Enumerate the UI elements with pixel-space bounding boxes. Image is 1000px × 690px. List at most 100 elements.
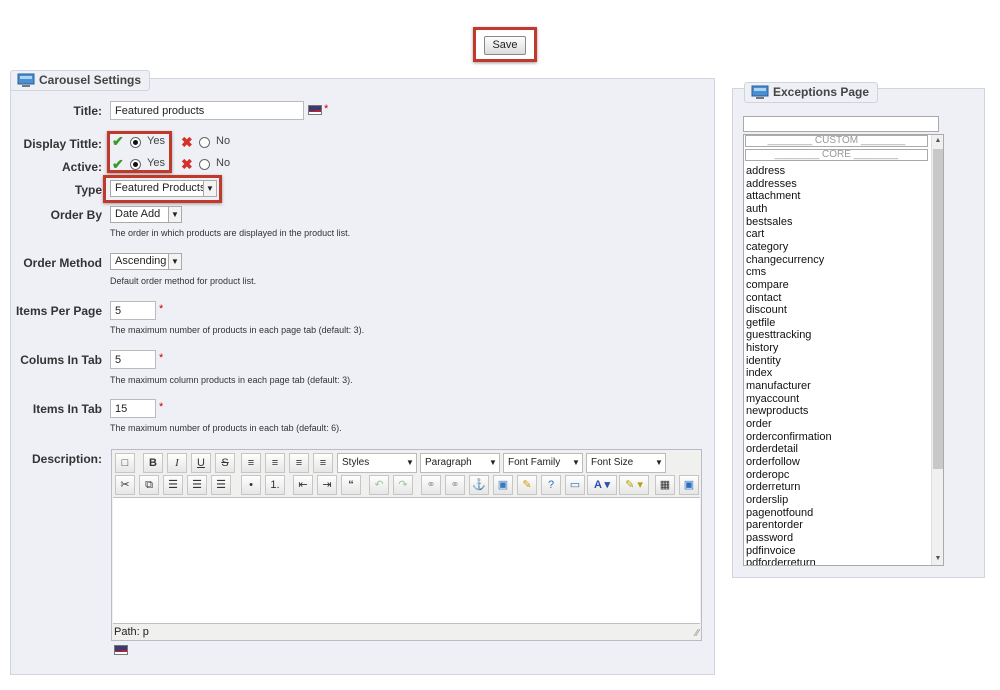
- list-item[interactable]: changecurrency: [746, 254, 824, 266]
- list-item[interactable]: parentorder: [746, 519, 803, 531]
- underline-button[interactable]: U: [191, 453, 211, 473]
- list-item[interactable]: bestsales: [746, 216, 792, 228]
- display-title-yes-radio[interactable]: [130, 137, 141, 148]
- list-item[interactable]: orderopc: [746, 469, 789, 481]
- list-item[interactable]: attachment: [746, 190, 800, 202]
- display-title-no-label: No: [216, 135, 231, 147]
- active-yes-radio[interactable]: [130, 159, 141, 170]
- cleanup-icon[interactable]: ✎: [517, 475, 537, 495]
- media-icon[interactable]: ▦: [655, 475, 675, 495]
- items-in-tab-label: Items In Tab: [32, 402, 102, 416]
- order-method-hint: Default order method for product list.: [110, 276, 257, 286]
- link-icon[interactable]: ⚭: [421, 475, 441, 495]
- list-item[interactable]: order: [746, 418, 772, 430]
- list-item[interactable]: discount: [746, 304, 787, 316]
- exceptions-search-input[interactable]: [743, 116, 939, 132]
- styles-select[interactable]: Styles ▼: [337, 453, 417, 473]
- scroll-down-icon[interactable]: ▼: [932, 553, 943, 565]
- list-item[interactable]: newproducts: [746, 405, 808, 417]
- scrollbar[interactable]: ▲ ▼: [931, 135, 943, 565]
- chevron-down-icon: ▼: [168, 254, 181, 269]
- items-in-tab-input[interactable]: 15: [110, 399, 156, 418]
- strikethrough-button[interactable]: S: [215, 453, 235, 473]
- paste-text-icon[interactable]: ☰: [187, 475, 207, 495]
- new-document-button[interactable]: □: [115, 453, 135, 473]
- paragraph-select[interactable]: Paragraph ▼: [420, 453, 500, 473]
- list-item[interactable]: orderdetail: [746, 443, 798, 455]
- redo-icon[interactable]: ↷: [393, 475, 413, 495]
- font-size-select[interactable]: Font Size ▼: [586, 453, 666, 473]
- list-item[interactable]: myaccount: [746, 393, 799, 405]
- display-title-no-radio[interactable]: [199, 137, 210, 148]
- list-item[interactable]: password: [746, 532, 793, 544]
- paste-icon[interactable]: ☰: [163, 475, 183, 495]
- required-marker: *: [159, 401, 164, 413]
- list-item[interactable]: category: [746, 241, 788, 253]
- outdent-icon[interactable]: ⇤: [293, 475, 313, 495]
- list-item[interactable]: addresses: [746, 178, 797, 190]
- language-flag-icon[interactable]: [114, 645, 128, 655]
- indent-icon[interactable]: ⇥: [317, 475, 337, 495]
- text-color-icon[interactable]: A ▾: [587, 475, 617, 495]
- list-item[interactable]: cms: [746, 266, 766, 278]
- align-right-button[interactable]: ≡: [289, 453, 309, 473]
- unlink-icon[interactable]: ⚭: [445, 475, 465, 495]
- image-icon[interactable]: ▣: [493, 475, 513, 495]
- order-by-select[interactable]: Date Add ▼: [110, 206, 182, 223]
- list-item[interactable]: compare: [746, 279, 789, 291]
- align-center-button[interactable]: ≡: [265, 453, 285, 473]
- paste-word-icon[interactable]: ☰: [211, 475, 231, 495]
- list-item[interactable]: orderconfirmation: [746, 431, 832, 443]
- active-no-radio[interactable]: [199, 159, 210, 170]
- numbered-list-icon[interactable]: 1.: [265, 475, 285, 495]
- resize-handle-icon[interactable]: ∕∕: [696, 628, 699, 639]
- list-item[interactable]: index: [746, 367, 772, 379]
- font-family-select-label: Font Family: [508, 457, 561, 468]
- list-item[interactable]: orderslip: [746, 494, 788, 506]
- html-source-icon[interactable]: ▭: [565, 475, 585, 495]
- columns-in-tab-input[interactable]: 5: [110, 350, 156, 369]
- list-item[interactable]: history: [746, 342, 778, 354]
- order-method-select[interactable]: Ascending ▼: [110, 253, 182, 270]
- list-item[interactable]: auth: [746, 203, 767, 215]
- order-method-value: Ascending: [115, 255, 167, 267]
- italic-button[interactable]: I: [167, 453, 187, 473]
- list-item[interactable]: guesttracking: [746, 329, 811, 341]
- align-left-button[interactable]: ≡: [241, 453, 261, 473]
- list-item[interactable]: getfile: [746, 317, 775, 329]
- list-item[interactable]: pdfinvoice: [746, 545, 796, 557]
- align-justify-button[interactable]: ≡: [313, 453, 333, 473]
- bold-button[interactable]: B: [143, 453, 163, 473]
- save-button[interactable]: Save: [484, 36, 526, 55]
- scrollbar-thumb[interactable]: [933, 149, 943, 469]
- list-item[interactable]: pdforderreturn: [746, 557, 816, 565]
- anchor-icon[interactable]: ⚓: [469, 475, 489, 495]
- cut-icon[interactable]: ✂: [115, 475, 135, 495]
- exceptions-page-list[interactable]: ________ CUSTOM ________ ________ CORE _…: [743, 134, 944, 566]
- list-item[interactable]: pagenotfound: [746, 507, 813, 519]
- list-item[interactable]: contact: [746, 292, 781, 304]
- title-label: Title:: [73, 104, 102, 118]
- type-select[interactable]: Featured Products ▼: [110, 180, 217, 197]
- order-method-label: Order Method: [23, 256, 102, 270]
- copy-icon[interactable]: ⧉: [139, 475, 159, 495]
- fullscreen-icon[interactable]: ▣: [679, 475, 699, 495]
- list-item[interactable]: identity: [746, 355, 781, 367]
- help-icon[interactable]: ?: [541, 475, 561, 495]
- list-item[interactable]: address: [746, 165, 785, 177]
- background-color-icon[interactable]: ✎ ▾: [619, 475, 649, 495]
- list-item[interactable]: manufacturer: [746, 380, 811, 392]
- editor-content-area[interactable]: [113, 497, 700, 624]
- list-item[interactable]: cart: [746, 228, 764, 240]
- scroll-up-icon[interactable]: ▲: [932, 135, 943, 147]
- blockquote-icon[interactable]: “: [341, 475, 361, 495]
- no-cross-icon: ✖: [181, 134, 193, 150]
- language-flag-icon[interactable]: [308, 105, 322, 115]
- undo-icon[interactable]: ↶: [369, 475, 389, 495]
- title-input[interactable]: Featured products: [110, 101, 304, 120]
- bullet-list-icon[interactable]: •: [241, 475, 261, 495]
- font-family-select[interactable]: Font Family ▼: [503, 453, 583, 473]
- list-item[interactable]: orderreturn: [746, 481, 800, 493]
- items-per-page-input[interactable]: 5: [110, 301, 156, 320]
- list-item[interactable]: orderfollow: [746, 456, 800, 468]
